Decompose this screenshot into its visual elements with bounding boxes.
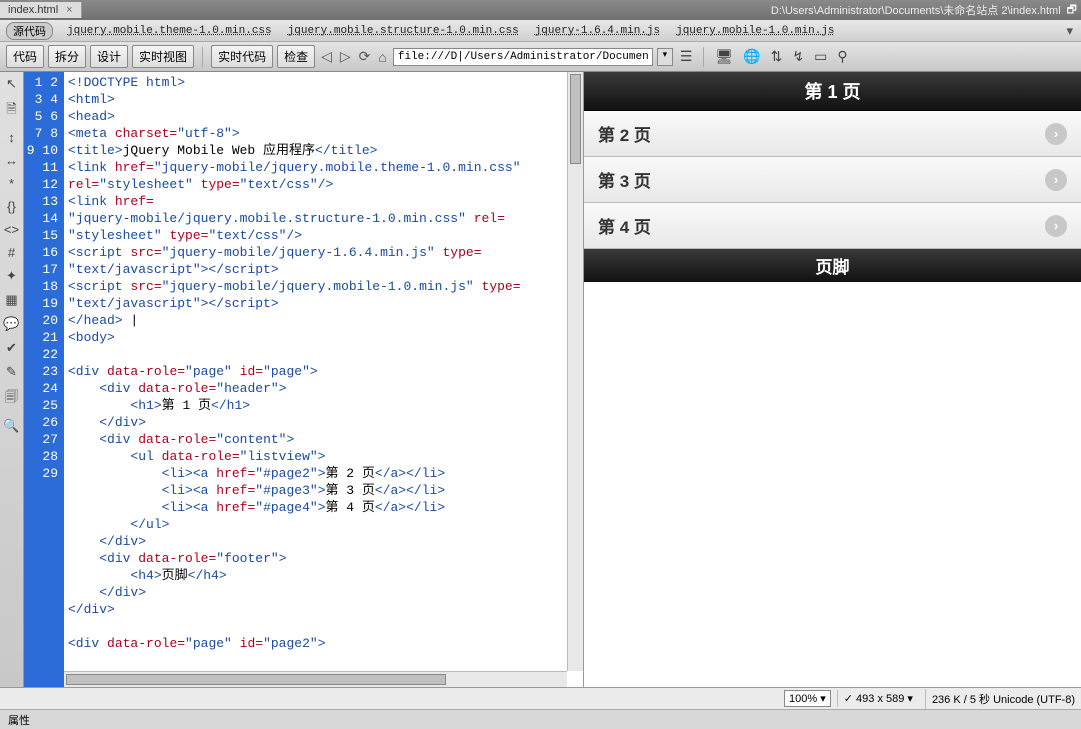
grid-icon[interactable]: ▦ [5,292,17,308]
list-icon[interactable]: ☰ [677,48,696,65]
search-icon[interactable]: 🔍 [3,418,19,434]
split-button[interactable]: 拆分 [48,45,86,68]
status-bar: 100% ▾ ✓ 493 x 589 ▾ 236 K / 5 秒 Unicode… [0,687,1081,709]
horizontal-scrollbar[interactable] [64,671,567,687]
sync-icon[interactable]: ↯ [789,48,807,65]
forward-icon[interactable]: ▷ [338,48,353,65]
live-view-button[interactable]: 实时视图 [132,45,194,68]
document-icon[interactable]: 🗎 [6,100,16,122]
ruler-icon[interactable]: ▭ [811,48,830,65]
globe-db-icon[interactable]: 🖥 [712,48,736,65]
filter-icon[interactable]: ▾ [1066,23,1073,39]
live-code-button[interactable]: 实时代码 [211,45,273,68]
globe-icon[interactable]: 🌐 [740,48,763,65]
wand-icon[interactable]: ✦ [6,268,17,284]
title-bar: index.html× D:\Users\Administrator\Docum… [0,0,1081,20]
asset-link[interactable]: jquery.mobile-1.0.min.js [676,25,834,37]
list-item[interactable]: 第 4 页› [584,203,1081,249]
code-editor: 1 2 3 4 5 6 7 8 9 10 11 12 13 14 15 16 1… [24,72,584,687]
restore-icon[interactable]: 🗗 [1067,1,1077,20]
asset-link[interactable]: jquery-1.6.4.min.js [535,25,660,37]
braces-icon[interactable]: {} [7,199,16,214]
file-tab[interactable]: index.html× [0,2,82,18]
code-button[interactable]: 代码 [6,45,44,68]
chevron-right-icon: › [1045,215,1067,237]
asset-link[interactable]: jquery.mobile.structure-1.0.min.css [288,25,519,37]
code-text[interactable]: <!DOCTYPE html> <html> <head> <meta char… [64,72,583,654]
left-toolbox: ↖ 🗎 ↕ ↔ * {} <> # ✦ ▦ 💬 ✔ ✎ 🗐 🔍 [0,72,24,687]
back-icon[interactable]: ◁ [319,48,334,65]
close-icon[interactable]: × [66,4,72,16]
source-badge[interactable]: 源代码 [6,22,53,40]
preview-header: 第 1 页 [584,72,1081,111]
list-item[interactable]: 第 2 页› [584,111,1081,157]
check-icon[interactable]: ✔ [6,340,17,356]
live-preview: 第 1 页 第 2 页› 第 3 页› 第 4 页› 页脚 [584,72,1081,687]
list-item[interactable]: 第 3 页› [584,157,1081,203]
address-dropdown-icon[interactable]: ▾ [657,48,673,66]
hash-icon[interactable]: # [8,245,15,260]
line-gutter: 1 2 3 4 5 6 7 8 9 10 11 12 13 14 15 16 1… [24,72,64,687]
scrollbar-thumb[interactable] [66,674,446,685]
design-button[interactable]: 设计 [90,45,128,68]
expand-icon[interactable]: ↔ [5,153,18,168]
preview-footer: 页脚 [584,249,1081,282]
reload-icon[interactable]: ⟳ [357,48,373,65]
chevron-right-icon: › [1045,169,1067,191]
inspect-button[interactable]: 检查 [277,45,315,68]
preview-listview: 第 2 页› 第 3 页› 第 4 页› [584,111,1081,249]
view-toolbar: 代码 拆分 设计 实时视图 实时代码 检查 ◁ ▷ ⟳ ⌂ ▾ ☰ 🖥 🌐 ⇅ … [0,42,1081,72]
cursor-icon[interactable]: ↖ [6,76,17,92]
chevron-right-icon: › [1045,123,1067,145]
comment-icon[interactable]: 💬 [3,316,19,332]
book-icon[interactable]: 🗐 [5,388,18,410]
main-area: ↖ 🗎 ↕ ↔ * {} <> # ✦ ▦ 💬 ✔ ✎ 🗐 🔍 1 2 3 4 … [0,72,1081,687]
tag-icon[interactable]: <> [4,222,19,237]
scrollbar-thumb[interactable] [570,74,581,164]
properties-bar[interactable]: 属性 [0,709,1081,729]
address-bar[interactable] [393,48,653,66]
file-path: D:\Users\Administrator\Documents\未命名站点 2… [771,2,1061,18]
asterisk-icon[interactable]: * [9,176,14,191]
asset-link[interactable]: jquery.mobile.theme-1.0.min.css [67,25,272,37]
search-settings-icon[interactable]: ⚲ [834,48,850,65]
home-icon[interactable]: ⌂ [376,49,388,65]
vertical-scrollbar[interactable] [567,72,583,671]
asset-bar: 源代码 jquery.mobile.theme-1.0.min.css jque… [0,20,1081,42]
pin-icon[interactable]: ✎ [6,364,17,380]
collapse-icon[interactable]: ↕ [8,130,15,145]
upload-icon[interactable]: ⇅ [768,48,786,65]
